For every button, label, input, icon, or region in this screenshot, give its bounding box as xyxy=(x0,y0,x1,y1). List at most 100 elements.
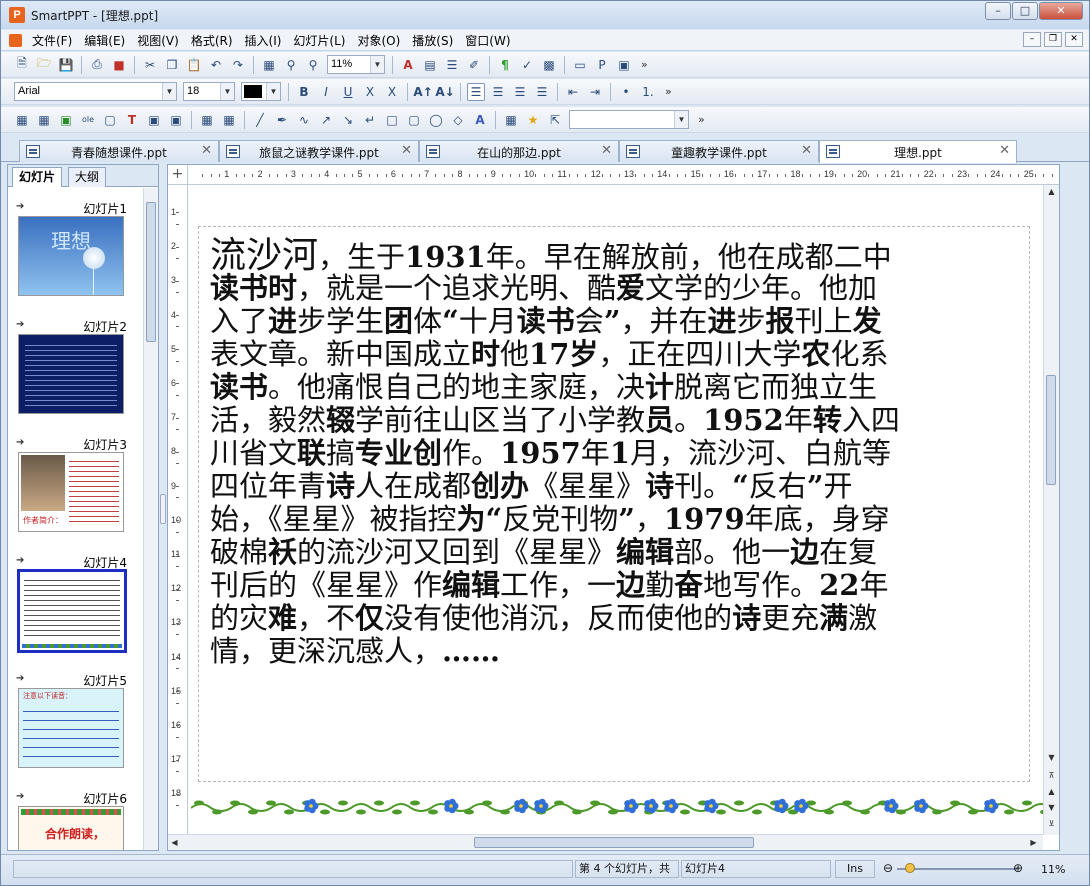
pdf-export-icon[interactable]: ■ xyxy=(110,56,128,74)
menu-window[interactable]: 窗口(W) xyxy=(459,32,516,49)
numbered-list-icon[interactable]: 1. xyxy=(639,83,657,101)
shadow-text-icon[interactable]: X xyxy=(383,83,401,101)
menu-edit[interactable]: 编辑(E) xyxy=(78,32,131,49)
slide-thumbnail-1[interactable]: ➔ 幻灯片1 理想 xyxy=(8,198,143,296)
menu-format[interactable]: 格式(R) xyxy=(185,32,239,49)
body-textbox[interactable]: 流沙河，生于1931年。早在解放前，他在成都二中 读书时，就是一个追求光明、酷爱文… xyxy=(198,226,1030,782)
shapes-icon[interactable]: ◇ xyxy=(449,111,467,129)
editor-vertical-scrollbar[interactable]: ▲ ▼ ⊼ ▲ ▼ ⊻ xyxy=(1043,185,1059,835)
align-left-icon[interactable]: ☰ xyxy=(467,82,485,101)
menu-play[interactable]: 播放(S) xyxy=(406,32,459,49)
bulleted-list-icon[interactable]: • xyxy=(617,83,635,101)
doc-minimize-button[interactable]: – xyxy=(1023,32,1041,47)
bold-icon[interactable]: B xyxy=(295,83,313,101)
doc-menu-icon[interactable] xyxy=(9,33,22,47)
close-button[interactable]: ✕ xyxy=(1039,2,1083,20)
increase-indent-icon[interactable]: ⇥ xyxy=(586,83,604,101)
arrow-tool-icon[interactable]: ↗ xyxy=(317,111,335,129)
ppt-icon[interactable]: P xyxy=(593,56,611,74)
effects-star-icon[interactable]: ★ xyxy=(524,111,542,129)
redo-icon[interactable]: ↷ xyxy=(229,56,247,74)
textbox-icon[interactable]: ▦ xyxy=(13,111,31,129)
format-brush-icon[interactable]: ✐ xyxy=(465,56,483,74)
scroll-right-icon[interactable]: ▶ xyxy=(1027,836,1040,850)
menu-slide[interactable]: 幻灯片(L) xyxy=(287,32,351,49)
style-combo[interactable]: ▼ xyxy=(569,110,689,129)
maximize-button[interactable]: □ xyxy=(1012,2,1038,20)
slide-thumbnail-4[interactable]: ➔ 幻灯片4 xyxy=(8,552,143,653)
italic-icon[interactable]: I xyxy=(317,83,335,101)
slides-scroll-thumb[interactable] xyxy=(146,202,156,342)
rounded-rect-icon[interactable]: ▢ xyxy=(405,111,423,129)
scroll-down-icon[interactable]: ▼ xyxy=(1045,751,1058,765)
ungroup-icon[interactable]: ▦ xyxy=(220,111,238,129)
image-insert-icon[interactable]: ▣ xyxy=(57,111,75,129)
tab-doc-2[interactable]: 旅鼠之谜教学课件.ppt ✕ xyxy=(219,140,419,162)
curve-tool-icon[interactable]: ∿ xyxy=(295,111,313,129)
justify-icon[interactable]: ☰ xyxy=(533,83,551,101)
rectangle-tool-icon[interactable]: □ xyxy=(383,111,401,129)
editor-scroll-thumb[interactable] xyxy=(1046,375,1056,485)
slide-thumbnail-5[interactable]: ➔ 幻灯片5 注意以下读音： xyxy=(8,670,143,768)
doc-restore-button[interactable]: ❐ xyxy=(1044,32,1062,47)
zoom-combo[interactable]: 11% ▼ xyxy=(327,55,385,74)
slide-thumbnail-2[interactable]: ➔ 幻灯片2 xyxy=(8,316,143,414)
ruler-corner-icon[interactable]: + xyxy=(168,165,188,185)
align-right-icon[interactable]: ☰ xyxy=(511,83,529,101)
tab-close-icon[interactable]: ✕ xyxy=(801,143,812,158)
cut-icon[interactable]: ✂ xyxy=(141,56,159,74)
font-size-combo[interactable]: 18 ▼ xyxy=(183,82,235,101)
zoom-slider[interactable] xyxy=(897,868,1017,870)
undo-icon[interactable]: ↶ xyxy=(207,56,225,74)
menu-insert[interactable]: 插入(I) xyxy=(239,32,288,49)
zoom-icon[interactable]: ⚲ xyxy=(304,56,322,74)
decrease-indent-icon[interactable]: ⇤ xyxy=(564,83,582,101)
pen-tool-icon[interactable]: ✒ xyxy=(273,111,291,129)
tab-doc-5[interactable]: 理想.ppt ✕ xyxy=(819,140,1017,163)
placeholder-icon[interactable]: ▣ xyxy=(145,111,163,129)
bullet-list-icon[interactable]: ☰ xyxy=(443,56,461,74)
open-folder-icon[interactable]: 🗁 xyxy=(35,56,53,74)
last-slide-icon[interactable]: ⊻ xyxy=(1045,817,1058,831)
tab-close-icon[interactable]: ✕ xyxy=(601,143,612,158)
tab-outline[interactable]: 大纲 xyxy=(68,167,107,187)
tab-close-icon[interactable]: ✕ xyxy=(401,143,412,158)
slide-body-text[interactable]: 流沙河，生于1931年。早在解放前，他在成都二中 读书时，就是一个追求光明、酷爱文… xyxy=(210,238,1010,668)
zoom-out-icon[interactable]: ⊖ xyxy=(883,861,893,875)
menu-view[interactable]: 视图(V) xyxy=(131,32,185,49)
picture-placeholder-icon[interactable]: ▣ xyxy=(167,111,185,129)
find-icon[interactable]: ⚲ xyxy=(282,56,300,74)
copy-icon[interactable]: ❐ xyxy=(163,56,181,74)
scroll-up-icon[interactable]: ▲ xyxy=(1045,185,1058,199)
slide-design-icon[interactable]: ▤ xyxy=(421,56,439,74)
frame-icon[interactable]: ▢ xyxy=(101,111,119,129)
toolbar2-overflow-icon[interactable]: » xyxy=(665,85,672,98)
align-center-icon[interactable]: ☰ xyxy=(489,83,507,101)
slide-thumbnail-3[interactable]: ➔ 幻灯片3 作者简介： xyxy=(8,434,143,532)
chart-icon[interactable]: ▩ xyxy=(540,56,558,74)
text-frame-icon[interactable]: ▭ xyxy=(571,56,589,74)
print-icon[interactable]: ⎙ xyxy=(88,56,106,74)
doc-close-button[interactable]: ✕ xyxy=(1065,32,1083,47)
slide-thumbnail-6[interactable]: ➔ 幻灯片6 合作朗读， xyxy=(8,788,143,850)
slides-scrollbar[interactable] xyxy=(143,188,158,850)
increase-font-icon[interactable]: A↑ xyxy=(413,83,432,101)
prev-slide-icon[interactable]: ▲ xyxy=(1045,785,1058,799)
scroll-left-icon[interactable]: ◀ xyxy=(168,836,181,850)
connector-icon[interactable]: ↘ xyxy=(339,111,357,129)
toolbar-overflow-icon[interactable]: » xyxy=(641,58,648,71)
menu-file[interactable]: 文件(F) xyxy=(26,32,78,49)
align-objects-icon[interactable]: ▦ xyxy=(502,111,520,129)
spellcheck-icon[interactable]: ✓ xyxy=(518,56,536,74)
line-tool-icon[interactable]: ╱ xyxy=(251,111,269,129)
elbow-connector-icon[interactable]: ↵ xyxy=(361,111,379,129)
save-icon[interactable]: 💾 xyxy=(57,56,75,74)
title-frame-icon[interactable]: T xyxy=(123,111,141,129)
first-slide-icon[interactable]: ⊼ xyxy=(1045,769,1058,783)
status-insert-mode[interactable]: Ins xyxy=(835,860,875,878)
ellipse-tool-icon[interactable]: ◯ xyxy=(427,111,445,129)
font-name-combo[interactable]: Arial ▼ xyxy=(14,82,177,101)
tab-doc-1[interactable]: 青春随想课件.ppt ✕ xyxy=(19,140,219,162)
tab-doc-3[interactable]: 在山的那边.ppt ✕ xyxy=(419,140,619,162)
text-color-icon[interactable]: A xyxy=(399,56,417,74)
